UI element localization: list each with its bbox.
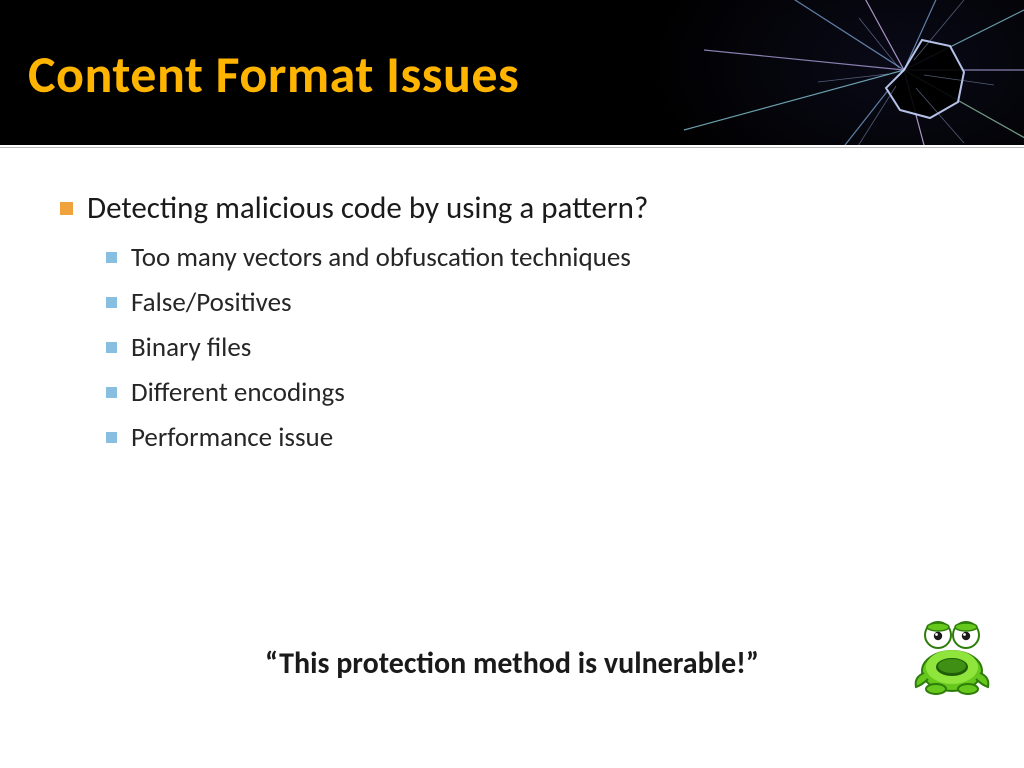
bullet-text: Different encodings — [131, 376, 345, 409]
bullet-text: Detecting malicious code by using a patt… — [87, 189, 648, 227]
square-bullet-icon — [106, 342, 117, 353]
conclusion-text: “This protection method is vulnerable!” — [265, 645, 759, 682]
sub-bullet-list: Too many vectors and obfuscation techniq… — [106, 241, 964, 454]
square-bullet-icon — [106, 387, 117, 398]
bullet-level1: Detecting malicious code by using a patt… — [60, 189, 964, 227]
conclusion-row: “This protection method is vulnerable!” — [0, 645, 1024, 682]
bullet-text: False/Positives — [131, 286, 292, 319]
bullet-text: Too many vectors and obfuscation techniq… — [131, 241, 631, 274]
bullet-level2: False/Positives — [106, 286, 964, 319]
square-bullet-icon — [60, 202, 73, 215]
slide: Content Format Issues Detecting maliciou… — [0, 0, 1024, 768]
square-bullet-icon — [106, 297, 117, 308]
bullet-text: Performance issue — [131, 421, 333, 454]
bullet-level2: Binary files — [106, 331, 964, 364]
frog-icon — [906, 613, 998, 700]
bullet-text: Binary files — [131, 331, 251, 364]
bullet-level2: Different encodings — [106, 376, 964, 409]
square-bullet-icon — [106, 252, 117, 263]
slide-header: Content Format Issues — [0, 0, 1024, 145]
slide-body: Detecting malicious code by using a patt… — [0, 153, 1024, 454]
square-bullet-icon — [106, 432, 117, 443]
bullet-level2: Too many vectors and obfuscation techniq… — [106, 241, 964, 274]
slide-title: Content Format Issues — [28, 42, 519, 106]
shattered-glass-art — [644, 0, 1024, 145]
bullet-level2: Performance issue — [106, 421, 964, 454]
